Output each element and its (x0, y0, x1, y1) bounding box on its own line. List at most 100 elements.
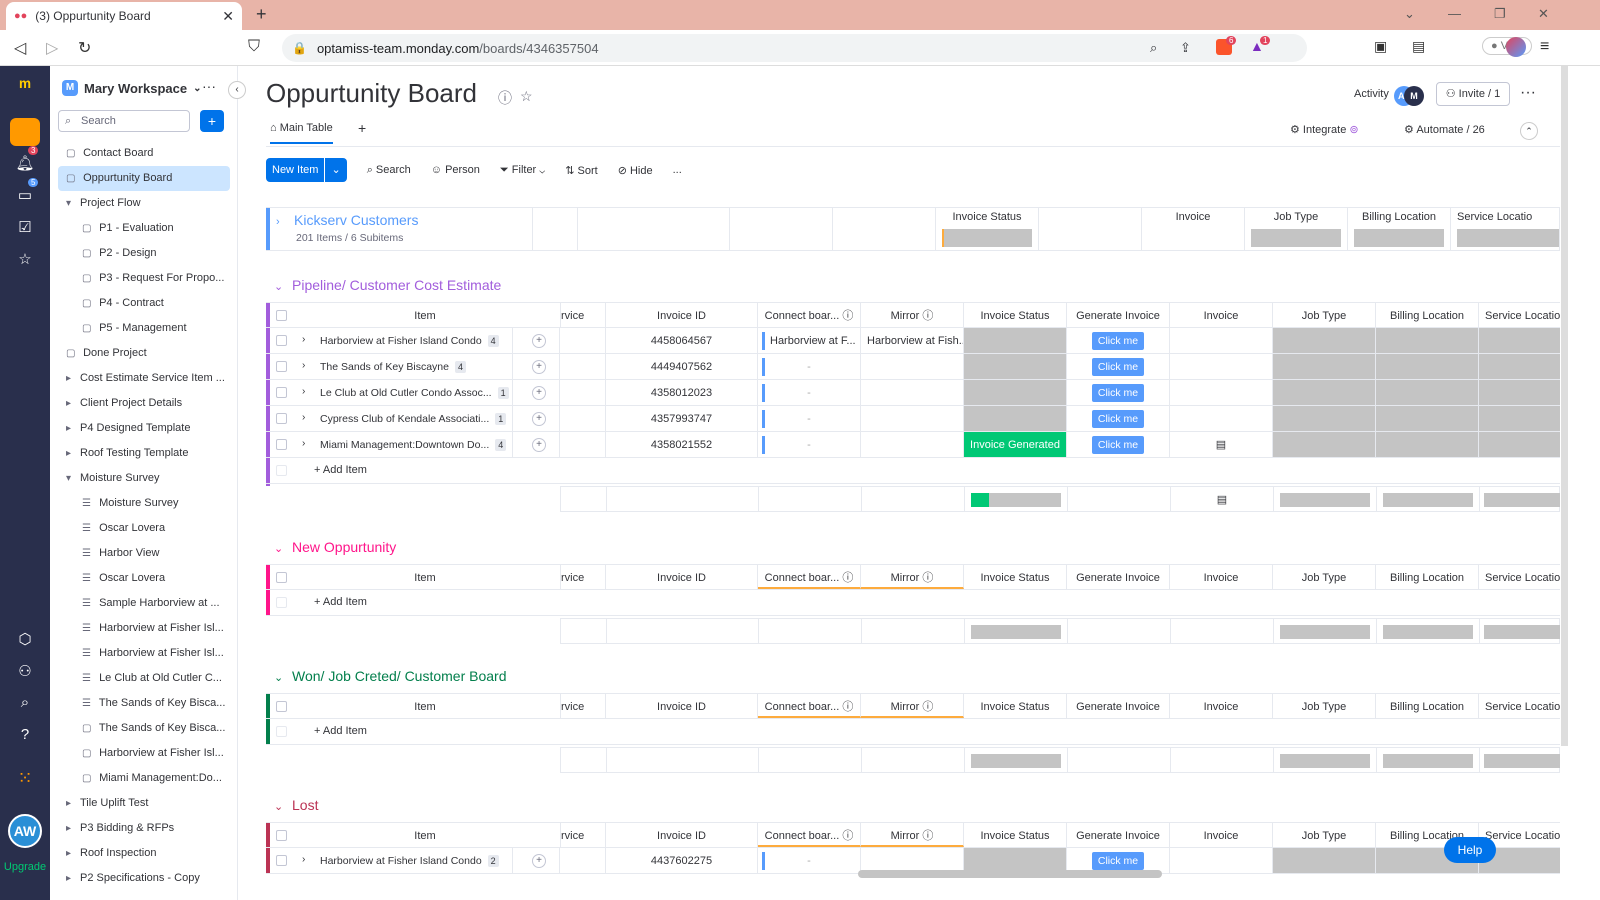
more-options-icon[interactable]: ··· (1520, 84, 1536, 102)
favorites-icon[interactable]: ☆ (0, 250, 50, 268)
chevron-down-icon[interactable]: ⌄ (324, 158, 346, 182)
col-item[interactable]: Item (286, 694, 564, 718)
automate-button[interactable]: ⚙ Automate / 26 (1404, 123, 1485, 136)
group-title[interactable]: ⌄ Pipeline/ Customer Cost Estimate (274, 277, 501, 293)
click-me-button[interactable]: Click me (1091, 410, 1145, 428)
col-billing-location[interactable]: Billing Location (1376, 694, 1479, 718)
connect-cell[interactable]: - (758, 848, 861, 873)
sidebar-folder-project-flow[interactable]: ▾ Project Flow (50, 191, 237, 216)
monday-logo-icon[interactable]: ᵐ (0, 76, 50, 99)
billing-location-cell[interactable] (1376, 380, 1479, 405)
reload-icon[interactable]: ↻ (78, 38, 91, 58)
col-invoice-id[interactable]: Invoice ID (606, 823, 758, 847)
sidebar-item-board[interactable]: ▢ P4 - Contract (50, 291, 237, 316)
col-invoice-status[interactable]: Invoice Status (964, 565, 1067, 589)
expand-subitems-icon[interactable]: › (302, 334, 305, 345)
sidebar-item-doc[interactable]: ☰ Oscar Lovera (50, 566, 237, 591)
sidebar-folder[interactable]: ▸ Tile Uplift Test (50, 791, 237, 816)
col-invoice[interactable]: Invoice (1170, 565, 1273, 589)
item-name[interactable]: Harborview at Fisher Island Condo 2 (320, 848, 499, 874)
search-icon[interactable]: ⌕ (0, 694, 50, 711)
col-item[interactable]: Item (286, 303, 564, 327)
share-icon[interactable]: ⇪ (1180, 40, 1191, 56)
sidebar-item-doc[interactable]: ☰ Harborview at Fisher Isl... (50, 616, 237, 641)
col-connect-boards[interactable]: Connect boar... ⓘ (758, 565, 861, 589)
search-button[interactable]: ⌕ Search (367, 164, 411, 177)
subitem-count[interactable]: 1 (495, 413, 507, 425)
col-job-type[interactable]: Job Type (1273, 565, 1376, 589)
more-icon[interactable]: ... (673, 164, 682, 176)
hide-button[interactable]: ⊘ Hide (618, 164, 653, 177)
help-icon[interactable]: ? (0, 726, 50, 743)
col-invoice-status[interactable]: Invoice Status (964, 823, 1067, 847)
col-service[interactable]: rvice (560, 823, 606, 847)
expand-subitems-icon[interactable]: › (302, 438, 305, 449)
col-connect-boards[interactable]: Connect boar... ⓘ (758, 823, 861, 847)
zoom-icon[interactable]: ⌕ (1150, 40, 1157, 56)
menu-icon[interactable]: ≡ (1540, 38, 1549, 56)
col-job-type[interactable]: Job Type (1273, 823, 1376, 847)
sidebar-item-doc[interactable]: ☰ Sample Harborview at ... (50, 591, 237, 616)
connect-cell[interactable]: - (758, 406, 861, 431)
chevron-right-icon[interactable]: › (276, 216, 294, 228)
click-me-button[interactable]: Click me (1091, 332, 1145, 350)
sidebar-item-board[interactable]: ▢ P5 - Management (50, 316, 237, 341)
sidebar-item-board[interactable]: ▢ Done Project (50, 341, 237, 366)
sidebar-toggle-icon[interactable]: ▣ (1374, 38, 1387, 55)
sidebar-item-doc[interactable]: ☰ Oscar Lovera (50, 516, 237, 541)
service-location-cell[interactable] (1479, 380, 1560, 405)
service-location-cell[interactable] (1479, 432, 1560, 457)
expand-subitems-icon[interactable]: › (302, 854, 305, 865)
apps-icon[interactable]: ⬡ (0, 630, 50, 648)
col-invoice-status[interactable]: Invoice Status (964, 694, 1067, 718)
connect-cell[interactable]: Harborview at F... (758, 328, 861, 353)
sidebar-item-board[interactable]: ▢ The Sands of Key Bisca... (50, 716, 237, 741)
col-service-location[interactable]: Service Locatio (1479, 565, 1560, 589)
col-generate-invoice[interactable]: Generate Invoice (1067, 694, 1170, 718)
row-checkbox[interactable] (276, 335, 287, 346)
click-me-button[interactable]: Click me (1091, 384, 1145, 402)
tab-main-table[interactable]: ⌂ Main Table (270, 122, 333, 144)
chevron-down-icon[interactable]: ⌄ (274, 280, 292, 293)
col-generate-invoice[interactable]: Generate Invoice (1067, 823, 1170, 847)
invoice-status-cell[interactable] (964, 328, 1067, 353)
col-billing-location[interactable]: Billing Location (1376, 303, 1479, 327)
group-title[interactable]: ⌄ Won/ Job Creted/ Customer Board (274, 668, 507, 684)
invoice-status-cell[interactable] (964, 380, 1067, 405)
col-service-location[interactable]: Service Locatio (1479, 303, 1560, 327)
col-connect-boards[interactable]: Connect boar... ⓘ (758, 303, 861, 327)
sidebar-item-doc[interactable]: ☰ Harbor View (50, 541, 237, 566)
invoice-id-cell[interactable]: 4357993747 (606, 406, 758, 431)
activity-button[interactable]: Activity (1354, 88, 1389, 100)
item-name[interactable]: The Sands of Key Biscayne 4 (320, 354, 467, 380)
sidebar-folder[interactable]: ▸ P4 Designed Template (50, 416, 237, 441)
invoice-cell[interactable] (1170, 406, 1273, 431)
group-title[interactable]: › Kickserv Customers (276, 212, 418, 228)
row-checkbox[interactable] (276, 439, 287, 450)
sidebar-item-doc[interactable]: ☰ Harborview at Fisher Isl... (50, 641, 237, 666)
add-item-input[interactable]: + Add Item (314, 725, 367, 737)
col-job-type[interactable]: Job Type (1273, 303, 1376, 327)
col-mirror[interactable]: Mirror ⓘ (861, 823, 964, 847)
new-item-button[interactable]: New Item ⌄ (266, 158, 347, 182)
col-service[interactable]: rvice (560, 303, 606, 327)
sidebar-item-doc[interactable]: ☰ Le Club at Old Cutler C... (50, 666, 237, 691)
add-board-button[interactable]: + (200, 110, 224, 132)
col-mirror[interactable]: Mirror ⓘ (861, 565, 964, 589)
invoice-status-cell[interactable] (964, 406, 1067, 431)
avatar[interactable]: M (1404, 86, 1424, 106)
invoice-id-cell[interactable]: 4358012023 (606, 380, 758, 405)
billing-location-cell[interactable] (1376, 354, 1479, 379)
invoice-status-cell[interactable] (964, 354, 1067, 379)
filter-button[interactable]: ⏷ Filter ⌄ (500, 164, 545, 177)
sidebar-folder[interactable]: ▸ Roof Testing Template (50, 441, 237, 466)
sidebar-folder[interactable]: ▸ P3 Bidding & RFPs (50, 816, 237, 841)
invite-button[interactable]: ⚇ Invite / 1 (1436, 82, 1510, 106)
col-billing-location[interactable]: Billing Location (1376, 565, 1479, 589)
group-title[interactable]: ⌄ Lost (274, 797, 318, 813)
new-tab-icon[interactable]: + (256, 4, 267, 25)
col-service-location[interactable]: Service Locatio (1479, 694, 1560, 718)
sidebar-item-board[interactable]: ▢ Miami Management:Do... (50, 766, 237, 791)
expand-subitems-icon[interactable]: › (302, 360, 305, 371)
item-name[interactable]: Le Club at Old Cutler Condo Assoc... 1 (320, 380, 509, 406)
